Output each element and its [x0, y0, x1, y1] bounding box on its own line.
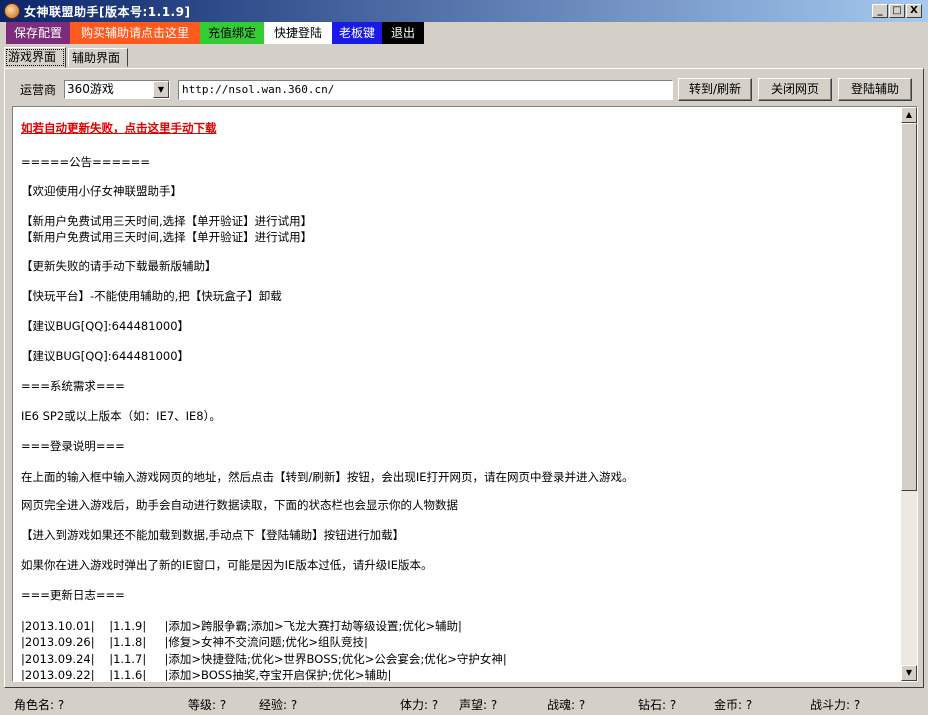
exit-button[interactable]: 退出	[382, 22, 424, 44]
changelog-row: |2013.09.22| |1.1.6| |添加>BOSS抽奖,夺宝开启保护;优…	[21, 668, 392, 682]
announcement-area[interactable]: 如若自动更新失败，点击这里手动下载 =====公告====== 【欢迎使用小仔女…	[12, 106, 918, 682]
status-level: 等级: ?	[188, 698, 227, 712]
manual-download-link[interactable]: 如若自动更新失败，点击这里手动下载	[21, 121, 217, 135]
changelog-row: |2013.09.26| |1.1.8| |修复>女神不交流问题;优化>组队竞技…	[21, 635, 368, 649]
maximize-button[interactable]: □	[889, 4, 905, 18]
scroll-down-icon[interactable]: ▼	[901, 665, 917, 681]
isp-select-value: 360游戏	[67, 82, 114, 96]
content-line: 网页完全进入游戏后，助手会自动进行数据读取，下面的状态栏也会显示你的人物数据	[21, 498, 458, 512]
content-line: 【新用户免费试用三天时间,选择【单开验证】进行试用】	[21, 230, 313, 244]
buy-helper-button[interactable]: 购买辅助请点击这里	[70, 22, 200, 44]
tab-helper[interactable]: 辅助界面	[68, 48, 128, 67]
scroll-up-icon[interactable]: ▲	[901, 107, 917, 123]
content-line: 【欢迎使用小仔女神联盟助手】	[21, 184, 182, 198]
isp-label: 运营商	[20, 83, 57, 97]
recharge-bind-button[interactable]: 充值绑定	[200, 22, 264, 44]
system-req-heading: ===系统需求===	[21, 379, 125, 393]
quick-login-button[interactable]: 快捷登陆	[264, 22, 332, 44]
goto-refresh-button[interactable]: 转到/刷新	[678, 78, 752, 101]
close-window-button[interactable]: X	[906, 4, 922, 18]
vertical-scrollbar[interactable]: ▲ ▼	[901, 107, 917, 681]
login-helper-button[interactable]: 登陆辅助	[838, 78, 912, 101]
window-title: 女神联盟助手[版本号:1.1.9]	[24, 5, 191, 19]
close-page-button[interactable]: 关闭网页	[758, 78, 832, 101]
content-line: 在上面的输入框中输入游戏网页的地址，然后点击【转到/刷新】按钮，会出现IE打开网…	[21, 470, 634, 484]
content-line: IE6 SP2或以上版本（如：IE7、IE8）。	[21, 409, 221, 423]
status-stamina: 体力: ?	[400, 698, 439, 712]
status-diamond: 钻石: ?	[638, 698, 677, 712]
changelog-heading: ===更新日志===	[21, 588, 125, 602]
boss-key-button[interactable]: 老板键	[332, 22, 382, 44]
save-config-button[interactable]: 保存配置	[6, 22, 70, 44]
menu-bar: 保存配置 购买辅助请点击这里 充值绑定 快捷登陆 老板键 退出	[0, 22, 928, 44]
tab-game[interactable]: 游戏界面	[4, 47, 66, 68]
chevron-down-icon[interactable]: ▼	[153, 81, 169, 98]
content-line: 【进入到游戏如果还不能加载到数据,手动点下【登陆辅助】按钮进行加载】	[21, 528, 405, 542]
title-bar: 女神联盟助手[版本号:1.1.9] _ □ X	[0, 0, 928, 22]
status-combat-power: 战斗力: ?	[810, 698, 861, 712]
content-line: 【建议BUG[QQ]:644481000】	[21, 319, 190, 333]
content-line: 如果你在进入游戏时弹出了新的IE窗口，可能是因为IE版本过低，请升级IE版本。	[21, 558, 433, 572]
minimize-button[interactable]: _	[872, 4, 888, 18]
notice-heading: =====公告======	[21, 155, 150, 169]
url-input[interactable]: http://nsol.wan.360.cn/	[178, 80, 673, 100]
changelog-row: |2013.10.01| |1.1.9| |添加>跨服争霸;添加>飞龙大赛打劫等…	[21, 619, 462, 633]
content-line: 【快玩平台】-不能使用辅助的,把【快玩盒子】卸载	[21, 289, 282, 303]
login-guide-heading: ===登录说明===	[21, 439, 125, 453]
status-gold: 金币: ?	[714, 698, 753, 712]
content-line: 【新用户免费试用三天时间,选择【单开验证】进行试用】	[21, 214, 313, 228]
status-exp: 经验: ?	[259, 698, 298, 712]
isp-select[interactable]: 360游戏 ▼	[64, 80, 170, 99]
status-bar: 角色名: ? 等级: ? 经验: ? 体力: ? 声望: ? 战魂: ? 钻石:…	[0, 690, 928, 715]
changelog-row: |2013.09.24| |1.1.7| |添加>快捷登陆;优化>世界BOSS;…	[21, 652, 507, 666]
status-prestige: 声望: ?	[459, 698, 498, 712]
status-role-name: 角色名: ?	[14, 698, 65, 712]
content-line: 【更新失败的请手动下载最新版辅助】	[21, 259, 217, 273]
status-battle-soul: 战魂: ?	[547, 698, 586, 712]
app-icon	[4, 3, 20, 19]
content-line: 【建议BUG[QQ]:644481000】	[21, 349, 190, 363]
scroll-thumb[interactable]	[901, 123, 917, 491]
